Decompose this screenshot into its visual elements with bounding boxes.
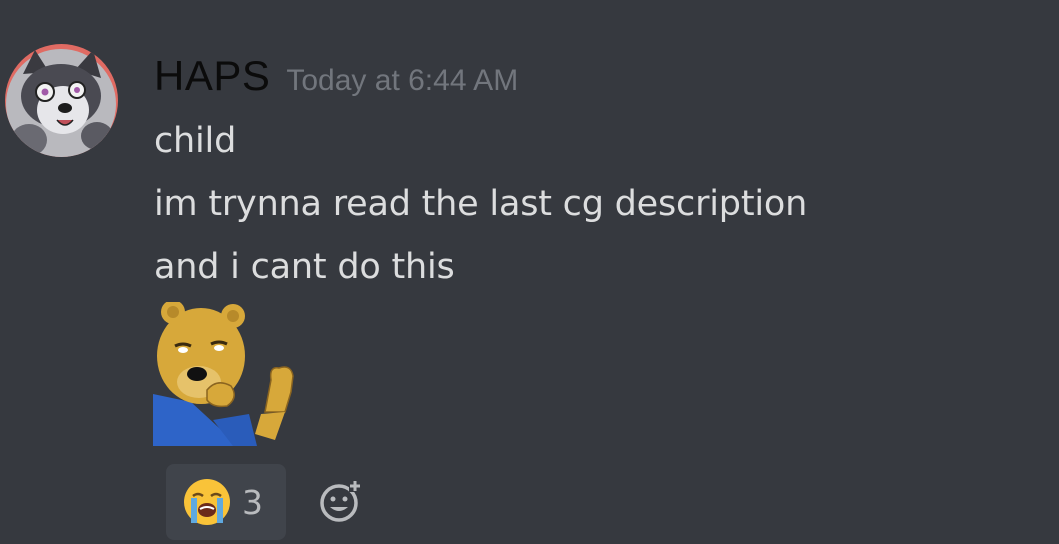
message-line: and i cant do this	[154, 247, 455, 287]
user-avatar[interactable]	[5, 44, 118, 157]
chat-message: HAPS Today at 6:44 AM child im trynna rea…	[0, 0, 1059, 544]
loudly-crying-face-icon	[184, 479, 230, 525]
message-line: im trynna read the last cg description	[154, 184, 808, 224]
message-header: HAPS Today at 6:44 AM	[154, 52, 518, 100]
add-reaction-button[interactable]	[318, 478, 364, 524]
add-reaction-icon	[320, 480, 361, 522]
reaction-button[interactable]: 3	[166, 464, 286, 540]
shrugging-bear-sticker	[153, 300, 294, 446]
reaction-count: 3	[242, 482, 263, 522]
message-line: child	[154, 121, 237, 161]
sticker-image[interactable]	[153, 300, 300, 446]
wolf-avatar-icon	[5, 44, 118, 157]
author-name[interactable]: HAPS	[154, 52, 270, 99]
message-timestamp: Today at 6:44 AM	[286, 64, 519, 97]
